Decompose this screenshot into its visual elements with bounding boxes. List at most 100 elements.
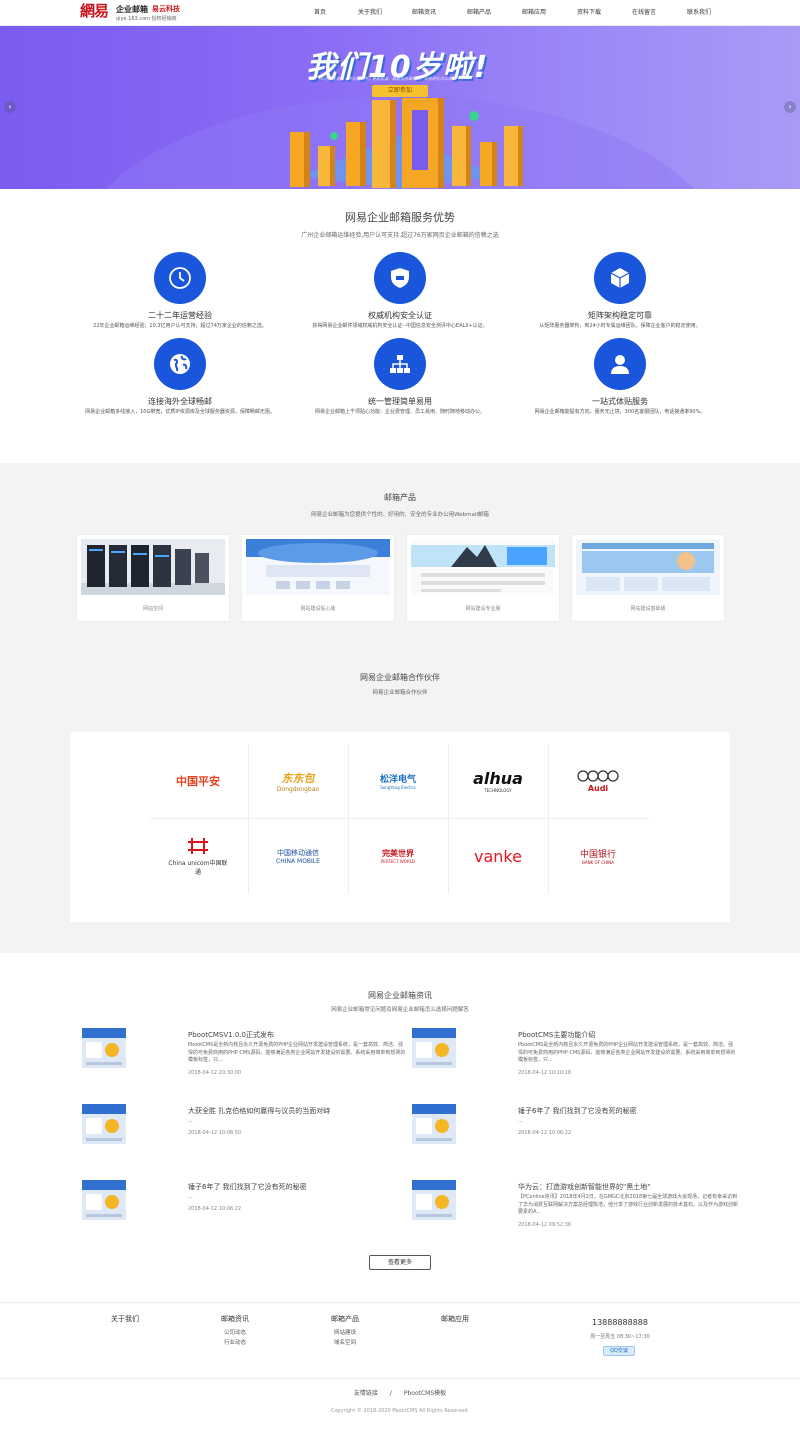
footer-col-products: 邮箱产品 网站建设 域名空间 [305, 1314, 385, 1348]
qq-chat-button[interactable]: QQ交谈 [603, 1346, 635, 1356]
footer-link[interactable]: 域名空间 [305, 1338, 385, 1348]
main-nav: 首页 关于我们 邮箱资讯 邮箱产品 邮箱应用 资料下载 在线留言 联系我们 [296, 0, 726, 26]
products-subtitle: 网易企业邮箱为您提供个性的、好用的、安全的专业办公用Webmail邮箱 [311, 512, 489, 518]
partner-logo-dahua[interactable]: alhua TECHNOLOGY [448, 744, 548, 818]
site-logo[interactable]: 網易 企业邮箱 易云科技 qiye.163.com 授权经销商 [80, 3, 200, 23]
news-title[interactable]: 锤子6年了 我们找到了它没有死的秘密 [188, 1182, 307, 1192]
advantage-title: 连接海外全球畅邮 [148, 397, 212, 406]
nav-contact[interactable]: 联系我们 [672, 0, 726, 26]
news-thumbnail [82, 1028, 126, 1068]
hero-banner[interactable]: 我们10岁啦! 云办公是潮流，不仅是顺中，更是机遇，随着信息革新日，云协同化办公… [0, 26, 800, 189]
news-thumbnail [412, 1180, 456, 1220]
news-desc: ... [188, 1118, 193, 1124]
product-label: 网站建设贴心版 [300, 606, 336, 612]
partner-logo-china-mobile[interactable]: 中国移动通信 CHINA MOBILE [248, 819, 348, 893]
advantages-title: 网易企业邮箱服务优势 [345, 211, 455, 224]
partner-logo-bank-of-china[interactable]: 中国银行 BANK OF CHINA [548, 819, 648, 893]
footer-heading[interactable]: 邮箱资讯 [195, 1314, 275, 1324]
news-title[interactable]: PbootCMS主要功能介绍 [518, 1030, 595, 1040]
nav-home[interactable]: 首页 [296, 0, 344, 26]
view-more-button[interactable]: 查看更多 [369, 1255, 431, 1270]
partner-logo-songyang[interactable]: 松洋电气 SongYang Electric [348, 744, 448, 818]
cube-icon [594, 252, 646, 304]
join-button[interactable]: 立即参加 [372, 85, 428, 97]
product-card[interactable]: 网站建设基础版 [571, 534, 725, 622]
news-title[interactable]: 大获全胜 扎克伯格如何赢得与议员的当面对峙 [188, 1106, 330, 1116]
partner-sub: PERFECT WORLD [380, 859, 416, 864]
news-item[interactable]: PbootCMSV1.0.0正式发布 PbootCMS是全新内核且永久开源免费的… [82, 1028, 405, 1090]
nav-downloads[interactable]: 资料下载 [562, 0, 616, 26]
friend-link[interactable]: PbootCMS模板 [404, 1390, 446, 1397]
partner-logo-dongdongbao[interactable]: 东东包 Dongdongbao [248, 744, 348, 818]
product-card[interactable]: 网站空间 [76, 534, 230, 622]
news-desc: PbootCMS是全新内核且永久开源免费的PHP企业网站开发建设管理系统，是一套… [188, 1042, 406, 1063]
product-image [81, 539, 225, 595]
news-title: 网易企业邮箱资讯 [368, 991, 432, 1000]
advantage-desc: 网易企业邮箱上千项贴心功能：企业费管理、员工易用、随时随地移动办公。 [314, 409, 485, 415]
news-subtitle: 网易企业邮箱常见问题及网易企业邮箱怎么选择问题解答 [331, 1007, 469, 1013]
clock-icon [154, 252, 206, 304]
product-card[interactable]: 网站建设专业版 [406, 534, 560, 622]
product-card[interactable]: 网站建设贴心版 [241, 534, 395, 622]
partners-title: 网易企业邮箱合作伙伴 [360, 673, 440, 682]
advantage-desc: 网易企业邮箱多线接入，10G带宽，优质IP资源库及全球服务器资源，保障畅邮无阻。 [85, 409, 275, 415]
news-title[interactable]: PbootCMSV1.0.0正式发布 [188, 1030, 274, 1040]
news-thumbnail [412, 1028, 456, 1068]
partner-name: 完美世界 [382, 849, 414, 858]
logo-brand: 易云科技 [152, 5, 180, 13]
news-date: 2018-04-12 09:52:36 [518, 1222, 572, 1228]
news-item[interactable]: 锤子6年了 我们找到了它没有死的秘密 ... 2018-04-12 10:06:… [82, 1180, 402, 1242]
footer-heading[interactable]: 关于我们 [85, 1314, 165, 1324]
advantage-title: 统一管理简单易用 [368, 397, 432, 406]
news-item[interactable]: 大获全胜 扎克伯格如何赢得与议员的当面对峙 ... 2018-04-12 10:… [82, 1104, 402, 1166]
advantage-title: 一站式体贴服务 [592, 397, 648, 406]
partner-logo-perfect-world[interactable]: 完美世界 PERFECT WORLD [348, 819, 448, 893]
partners-subtitle: 网易企业邮箱合作伙伴 [372, 690, 428, 696]
advantage-desc: 网易企业邮箱能提有方向，服务无止境，300名客服团队，电话接通率90%。 [534, 409, 706, 415]
advantage-desc: 从矩阵服务器架构，到24小时专属运维团队，保障企业客户的稳定使用。 [539, 323, 701, 329]
news-date: 2018-04-12 10:08:50 [188, 1130, 242, 1136]
footer-heading[interactable]: 邮箱应用 [415, 1314, 495, 1324]
banner-prev-arrow-icon[interactable]: ‹ [4, 101, 16, 113]
friend-links: 友情链接 / PbootCMS模板 [0, 1388, 800, 1397]
advantage-title: 权威机构安全认证 [368, 311, 432, 320]
advantage-desc: 获得网易企业邮件领域权威机构安全认证--中国信息安全测评中心EAL3+认证。 [312, 323, 488, 329]
news-item[interactable]: PbootCMS主要功能介绍 PbootCMS是全新内核且永久开源免费的PHP企… [412, 1028, 735, 1090]
partner-name: alhua [473, 769, 523, 788]
nav-about[interactable]: 关于我们 [344, 0, 396, 26]
contact-phone: 13888888888 [592, 1318, 648, 1327]
news-title[interactable]: 华为云：打造游戏创新智能世界的"黑土地" [518, 1182, 650, 1192]
advantages-subtitle: 广州企业邮箱运维经验,用户认可支持,超过76万家网页企业邮箱的信赖之选 [301, 232, 499, 239]
nav-products[interactable]: 邮箱产品 [452, 0, 506, 26]
friend-links-label: 友情链接 [353, 1390, 378, 1397]
nav-applications[interactable]: 邮箱应用 [506, 0, 562, 26]
news-desc: ... [518, 1118, 523, 1124]
hierarchy-icon [374, 338, 426, 390]
link-separator: / [389, 1390, 392, 1397]
partner-logo-audi[interactable]: Audi [548, 744, 648, 818]
news-thumbnail [82, 1104, 126, 1144]
footer-link[interactable]: 网站建设 [305, 1328, 385, 1338]
footer-link[interactable]: 公司动态 [195, 1328, 275, 1338]
logo-mark: 網易 [80, 2, 109, 20]
partner-name: vanke [474, 846, 522, 866]
footer-heading[interactable]: 邮箱产品 [305, 1314, 385, 1324]
partner-logo-vanke[interactable]: vanke [448, 819, 548, 893]
footer-link[interactable]: 行业动态 [195, 1338, 275, 1348]
product-label: 网站空间 [142, 606, 163, 612]
news-item[interactable]: 华为云：打造游戏创新智能世界的"黑土地" 【PConline资讯】2018年4月… [412, 1180, 738, 1242]
nav-message[interactable]: 在线留言 [616, 0, 672, 26]
product-image [411, 539, 555, 595]
user-icon [594, 338, 646, 390]
footer-col-applications: 邮箱应用 [415, 1314, 495, 1328]
banner-next-arrow-icon[interactable]: › [784, 101, 796, 113]
product-image [246, 539, 390, 595]
news-item[interactable]: 锤子6年了 我们找到了它没有死的秘密 ... 2018-04-12 10:06:… [412, 1104, 732, 1166]
partner-logo-unicom[interactable]: China unicom中国联通 [148, 819, 248, 893]
nav-news[interactable]: 邮箱资讯 [396, 0, 452, 26]
partner-name: 松洋电气 [379, 775, 416, 785]
partner-logo-pingan[interactable]: 中国平安 [148, 744, 248, 818]
globe-icon [154, 338, 206, 390]
product-label: 网站建设基础版 [630, 606, 666, 612]
news-title[interactable]: 锤子6年了 我们找到了它没有死的秘密 [518, 1106, 637, 1116]
